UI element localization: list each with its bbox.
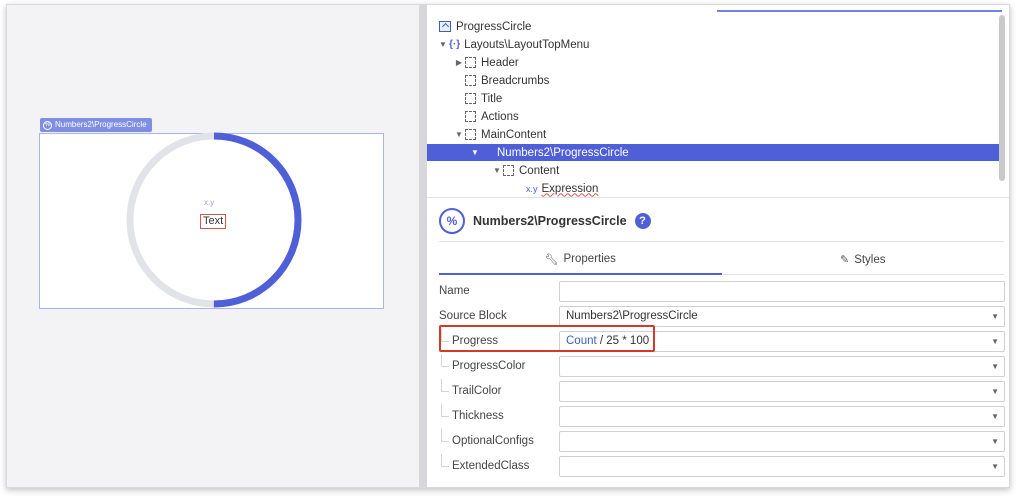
chevron-down-icon: ▼ — [991, 362, 999, 371]
caret-down-icon[interactable]: ▼ — [437, 40, 449, 49]
tree-active-indicator — [717, 10, 1002, 12]
placeholder-icon — [465, 75, 476, 86]
tree-guide-line — [441, 404, 449, 417]
optionalconfigs-field[interactable]: ▼ — [559, 431, 1005, 452]
tree-item-layout[interactable]: ▼ {·} Layouts\LayoutTopMenu — [427, 36, 999, 53]
thickness-field[interactable]: ▼ — [559, 406, 1005, 427]
tree-guide-line — [441, 354, 449, 367]
tree-item-label: Actions — [481, 110, 519, 123]
tree-item-label: ProgressCircle — [456, 20, 532, 33]
tree-item-breadcrumbs[interactable]: Breadcrumbs — [427, 72, 999, 89]
chevron-down-icon: ▼ — [991, 312, 999, 321]
caret-down-icon[interactable]: ▼ — [469, 148, 481, 157]
tree-item-label: Expression — [541, 182, 599, 195]
help-icon[interactable]: ? — [634, 213, 651, 229]
name-input[interactable] — [559, 281, 1005, 302]
panel-separator — [427, 197, 1009, 198]
prop-row-optionalconfigs: OptionalConfigs ▼ — [427, 429, 1009, 454]
placeholder-icon — [465, 57, 476, 68]
prop-row-progresscolor: ProgressColor ▼ — [427, 354, 1009, 379]
tree-item-progresscircle-block[interactable]: ▼ Numbers2\ProgressCircle — [427, 144, 999, 161]
chevron-down-icon: ▼ — [991, 437, 999, 446]
widget-tree: ProgressCircle ▼ {·} Layouts\LayoutTopMe… — [427, 5, 1009, 197]
prop-label: ProgressColor — [452, 360, 526, 372]
caret-down-icon[interactable]: ▼ — [491, 166, 503, 175]
xy-icon: x.y — [526, 183, 538, 194]
block-title: Numbers2\ProgressCircle — [473, 214, 627, 228]
extendedclass-field[interactable]: ▼ — [559, 456, 1005, 477]
tree-guide-line — [441, 454, 449, 467]
tree-scrollbar[interactable] — [999, 15, 1005, 181]
caret-down-icon[interactable]: ▼ — [453, 130, 465, 139]
percent-icon: % — [43, 120, 52, 130]
properties-tabs: 🔧︎ Properties ✎ Styles — [439, 245, 1004, 275]
tree-item-label: Layouts\LayoutTopMenu — [464, 38, 590, 51]
tree-item-label: Content — [519, 164, 560, 177]
trailcolor-field[interactable]: ▼ — [559, 381, 1005, 402]
prop-row-name: Name — [427, 279, 1009, 304]
caret-right-icon[interactable]: ▶ — [453, 58, 465, 67]
tree-item-content[interactable]: ▼ Content — [427, 162, 999, 179]
chevron-down-icon: ▼ — [991, 462, 999, 471]
placeholder-icon — [465, 129, 476, 140]
canvas-area[interactable]: % Numbers2\ProgressCircle x.y Text — [7, 5, 419, 487]
progresscolor-field[interactable]: ▼ — [559, 356, 1005, 377]
chevron-down-icon: ▼ — [991, 387, 999, 396]
tree-item-actions[interactable]: Actions — [427, 108, 999, 125]
source-block-select[interactable]: Numbers2\ProgressCircle ▼ — [559, 306, 1005, 327]
text-widget[interactable]: Text — [200, 214, 227, 229]
placeholder-icon — [465, 111, 476, 122]
wrench-icon: 🔧︎ — [544, 253, 559, 266]
placeholder-icon — [465, 93, 476, 104]
header-divider — [439, 241, 1004, 242]
tab-properties[interactable]: 🔧︎ Properties — [439, 245, 722, 275]
tree-item-maincontent[interactable]: ▼ MainContent — [427, 126, 999, 143]
tree-item-expression[interactable]: x.y Expression — [427, 180, 999, 197]
brush-icon: ✎ — [839, 254, 850, 266]
tree-item-header[interactable]: ▶ Header — [427, 54, 999, 71]
tab-label: Styles — [854, 253, 886, 266]
tab-styles[interactable]: ✎ Styles — [721, 245, 1004, 275]
right-panel: ProgressCircle ▼ {·} Layouts\LayoutTopMe… — [427, 5, 1009, 487]
progress-highlight-annotation — [439, 325, 655, 352]
ide-window: % Numbers2\ProgressCircle x.y Text Progr… — [6, 4, 1010, 488]
properties-header: % Numbers2\ProgressCircle ? — [439, 205, 651, 237]
tree-item-label: MainContent — [481, 128, 547, 141]
prop-label: Thickness — [452, 410, 504, 422]
expression-xy-marker: x.y — [204, 198, 215, 207]
tree-guide-line — [441, 379, 449, 392]
tree-item-title[interactable]: Title — [427, 90, 999, 107]
tree-item-label: Numbers2\ProgressCircle — [497, 146, 629, 159]
chevron-down-icon: ▼ — [991, 337, 999, 346]
chevron-down-icon: ▼ — [991, 412, 999, 421]
tree-item-label: Header — [481, 56, 519, 69]
tree-item-progresscircle[interactable]: ProgressCircle — [427, 18, 999, 35]
tree-item-label: Breadcrumbs — [481, 74, 550, 87]
tree-item-label: Title — [481, 92, 503, 105]
percent-icon: % — [439, 208, 465, 234]
braces-icon: {·} — [449, 39, 461, 50]
tree-guide-line — [441, 429, 449, 442]
prop-label: ExtendedClass — [452, 460, 530, 472]
source-block-value: Numbers2\ProgressCircle — [566, 310, 698, 322]
splitter[interactable] — [419, 5, 427, 487]
prop-row-extendedclass: ExtendedClass ▼ — [427, 454, 1009, 479]
progress-circle-block[interactable]: x.y Text — [39, 132, 384, 309]
prop-row-thickness: Thickness ▼ — [427, 404, 1009, 429]
placeholder-icon — [503, 165, 514, 176]
prop-label: Name — [439, 285, 470, 297]
tab-label: Properties — [563, 253, 616, 265]
prop-label: TrailColor — [452, 385, 502, 397]
prop-row-trailcolor: TrailColor ▼ — [427, 379, 1009, 404]
prop-label: OptionalConfigs — [452, 435, 534, 447]
home-icon — [439, 21, 451, 32]
